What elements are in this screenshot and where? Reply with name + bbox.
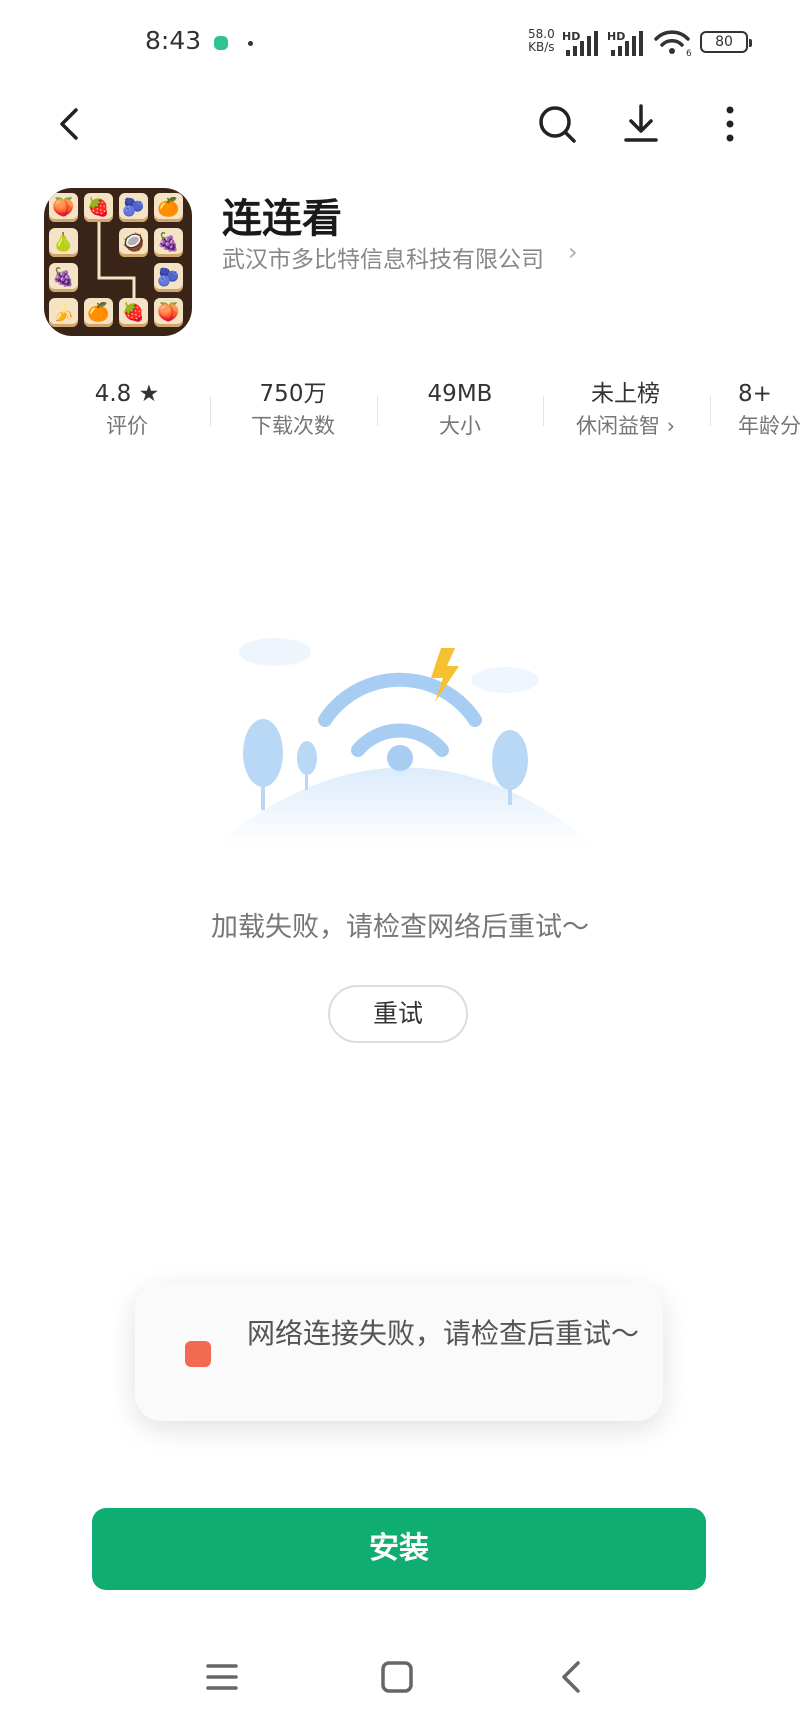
stat-size: 49MB 大小	[410, 378, 510, 442]
home-nav-icon[interactable]	[375, 1655, 419, 1699]
cloud-icon	[471, 667, 539, 693]
retry-button[interactable]: 重试	[328, 985, 468, 1043]
stat-size-label: 大小	[439, 414, 481, 438]
developer-link[interactable]: 武汉市多比特信息科技有限公司	[222, 240, 544, 274]
wifi-dot	[387, 745, 413, 771]
stat-age-rating[interactable]: 8+ 年龄分级	[738, 378, 800, 442]
mi-app-icon	[185, 1341, 211, 1367]
wifi-arc-outer	[318, 672, 482, 727]
app-icon: 🍑 🍓 🫐 🍊 🍐 🥥 🍇 🍇 🫐 🍌 🍊 🍓 🍑	[44, 188, 192, 336]
search-icon[interactable]	[533, 100, 581, 148]
download-icon[interactable]	[617, 100, 665, 148]
menu-nav-icon[interactable]	[200, 1655, 244, 1699]
back-arrow-icon[interactable]	[46, 100, 94, 148]
stat-divider	[543, 396, 544, 426]
status-time: 8:43	[145, 26, 202, 55]
developer-chevron-icon: ›	[568, 238, 578, 266]
wifi-icon: 6	[654, 30, 692, 56]
stat-age-value: 8+	[738, 381, 772, 407]
chat-notification-icon	[214, 36, 228, 50]
wifi-badge: 6	[686, 49, 692, 56]
stat-downloads: 750万 下载次数	[233, 378, 353, 442]
signal-strength-2-icon: HD	[607, 30, 643, 56]
network-error-illustration	[215, 638, 595, 845]
stat-divider	[710, 396, 711, 426]
signal-hd-label-2: HD	[607, 30, 625, 43]
network-error-toast: 网络连接失败，请检查后重试～	[135, 1283, 663, 1421]
stat-downloads-label: 下载次数	[251, 414, 335, 438]
back-nav-icon[interactable]	[550, 1655, 594, 1699]
stat-divider	[377, 396, 378, 426]
toast-message: 网络连接失败，请检查后重试～	[246, 1317, 639, 1350]
network-speed-unit: KB/s	[528, 40, 555, 54]
more-vertical-icon[interactable]	[706, 100, 754, 148]
signal-strength-icon: HD	[562, 30, 598, 56]
stat-rating-value: 4.8 ★	[94, 381, 160, 407]
stat-ranking-value: 未上榜	[591, 381, 660, 407]
stat-ranking-label: 休闲益智 ›	[575, 414, 676, 438]
install-button[interactable]: 安装	[92, 1508, 706, 1590]
notification-dot-icon	[248, 41, 253, 46]
load-error-message: 加载失败，请检查网络后重试～	[211, 912, 589, 943]
stat-rating-label: 评价	[106, 414, 148, 438]
signal-hd-label: HD	[562, 30, 580, 43]
network-speed: 58.0 KB/s	[528, 28, 555, 54]
stat-rating[interactable]: 4.8 ★ 评价	[77, 378, 177, 442]
cloud-icon	[239, 638, 311, 666]
app-title: 连连看	[222, 196, 342, 242]
stat-size-value: 49MB	[427, 381, 493, 407]
battery-indicator: 80	[700, 31, 752, 53]
stat-age-label: 年龄分级	[738, 414, 800, 438]
stat-downloads-value: 750万	[259, 381, 327, 407]
stat-divider	[210, 396, 211, 426]
stat-ranking[interactable]: 未上榜 休闲益智 ›	[563, 378, 688, 442]
